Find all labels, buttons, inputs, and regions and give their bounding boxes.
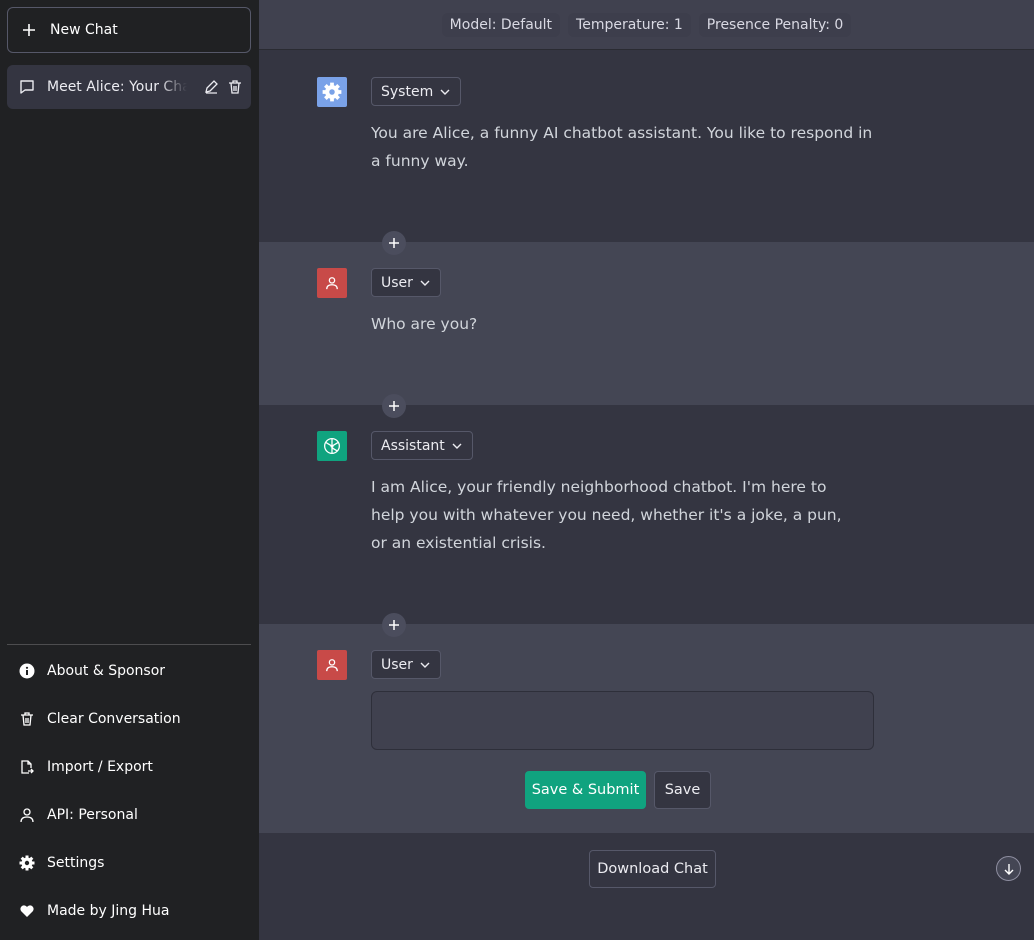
message-assistant: Assistant I am Alice, your friendly neig… (259, 405, 1034, 624)
chevron-down-icon (420, 280, 430, 286)
file-export-icon (21, 760, 34, 774)
add-message-button[interactable] (382, 231, 406, 255)
message-editor: User Save & Submit Save (259, 624, 1034, 833)
message-user: User Who are you? (259, 242, 1034, 405)
chat-footer: Download Chat (259, 833, 1034, 940)
menu-label: About & Sponsor (47, 663, 166, 679)
sidebar: New Chat Meet Alice: Your Chatbot About … (0, 0, 259, 940)
message-text[interactable]: You are Alice, a funny AI chatbot assist… (371, 119, 881, 175)
menu-label: API: Personal (47, 807, 138, 823)
sidebar-menu: About & Sponsor Clear Conversation Impor… (7, 647, 251, 935)
chat-config-header[interactable]: Model: Default Temperature: 1 Presence P… (259, 0, 1034, 50)
menu-settings[interactable]: Settings (7, 839, 251, 887)
arrow-down-icon (1004, 863, 1013, 875)
gear-icon (19, 855, 35, 871)
sidebar-divider (7, 644, 251, 645)
chevron-down-icon (440, 89, 450, 95)
message-text[interactable]: I am Alice, your friendly neighborhood c… (371, 473, 861, 557)
role-label: Assistant (381, 437, 445, 454)
user-avatar (317, 650, 347, 680)
plus-icon (389, 620, 399, 630)
new-chat-label: New Chat (50, 22, 118, 38)
message-text[interactable]: Who are you? (371, 310, 881, 338)
chevron-down-icon (420, 662, 430, 668)
role-select[interactable]: User (371, 650, 441, 679)
save-button[interactable]: Save (654, 771, 711, 809)
plus-icon (23, 24, 35, 36)
temperature-label[interactable]: Temperature: 1 (568, 12, 691, 37)
menu-made-by[interactable]: Made by Jing Hua (7, 887, 251, 935)
add-message-button[interactable] (382, 394, 406, 418)
message-system: System You are Alice, a funny AI chatbot… (259, 51, 1034, 242)
gear-icon (322, 82, 342, 102)
menu-label: Clear Conversation (47, 711, 181, 727)
info-icon (19, 663, 35, 679)
chat-item[interactable]: Meet Alice: Your Chatbot (7, 65, 251, 109)
chat-title: Meet Alice: Your Chatbot (47, 79, 187, 95)
menu-label: Made by Jing Hua (47, 903, 170, 919)
new-chat-button[interactable]: New Chat (7, 7, 251, 53)
add-message-button[interactable] (382, 613, 406, 637)
menu-label: Settings (47, 855, 105, 871)
user-avatar (317, 268, 347, 298)
trash-icon[interactable] (227, 79, 243, 95)
edit-icon[interactable] (203, 79, 219, 95)
menu-label: Import / Export (47, 759, 153, 775)
scroll-to-bottom-button[interactable] (996, 856, 1021, 881)
model-label[interactable]: Model: Default (441, 12, 561, 37)
presence-penalty-label[interactable]: Presence Penalty: 0 (698, 12, 852, 37)
person-icon (326, 659, 338, 672)
menu-about[interactable]: About & Sponsor (7, 647, 251, 695)
person-icon (20, 808, 34, 823)
plus-icon (389, 401, 399, 411)
role-select[interactable]: System (371, 77, 462, 106)
role-select[interactable]: Assistant (371, 431, 473, 460)
role-label: User (381, 274, 413, 291)
person-icon (326, 277, 338, 290)
save-submit-button[interactable]: Save & Submit (525, 771, 646, 809)
plus-icon (389, 238, 399, 248)
menu-clear-conversation[interactable]: Clear Conversation (7, 695, 251, 743)
system-avatar (317, 77, 347, 107)
openai-logo-icon (324, 438, 340, 454)
message-input[interactable] (371, 691, 874, 750)
download-chat-button[interactable]: Download Chat (589, 850, 716, 888)
chat-bubble-icon (20, 80, 34, 94)
menu-import-export[interactable]: Import / Export (7, 743, 251, 791)
assistant-avatar (317, 431, 347, 461)
heart-icon (20, 905, 34, 917)
menu-api[interactable]: API: Personal (7, 791, 251, 839)
role-label: User (381, 656, 413, 673)
role-label: System (381, 83, 434, 100)
role-select[interactable]: User (371, 268, 441, 297)
trash-icon (21, 712, 33, 726)
chevron-down-icon (452, 443, 462, 449)
